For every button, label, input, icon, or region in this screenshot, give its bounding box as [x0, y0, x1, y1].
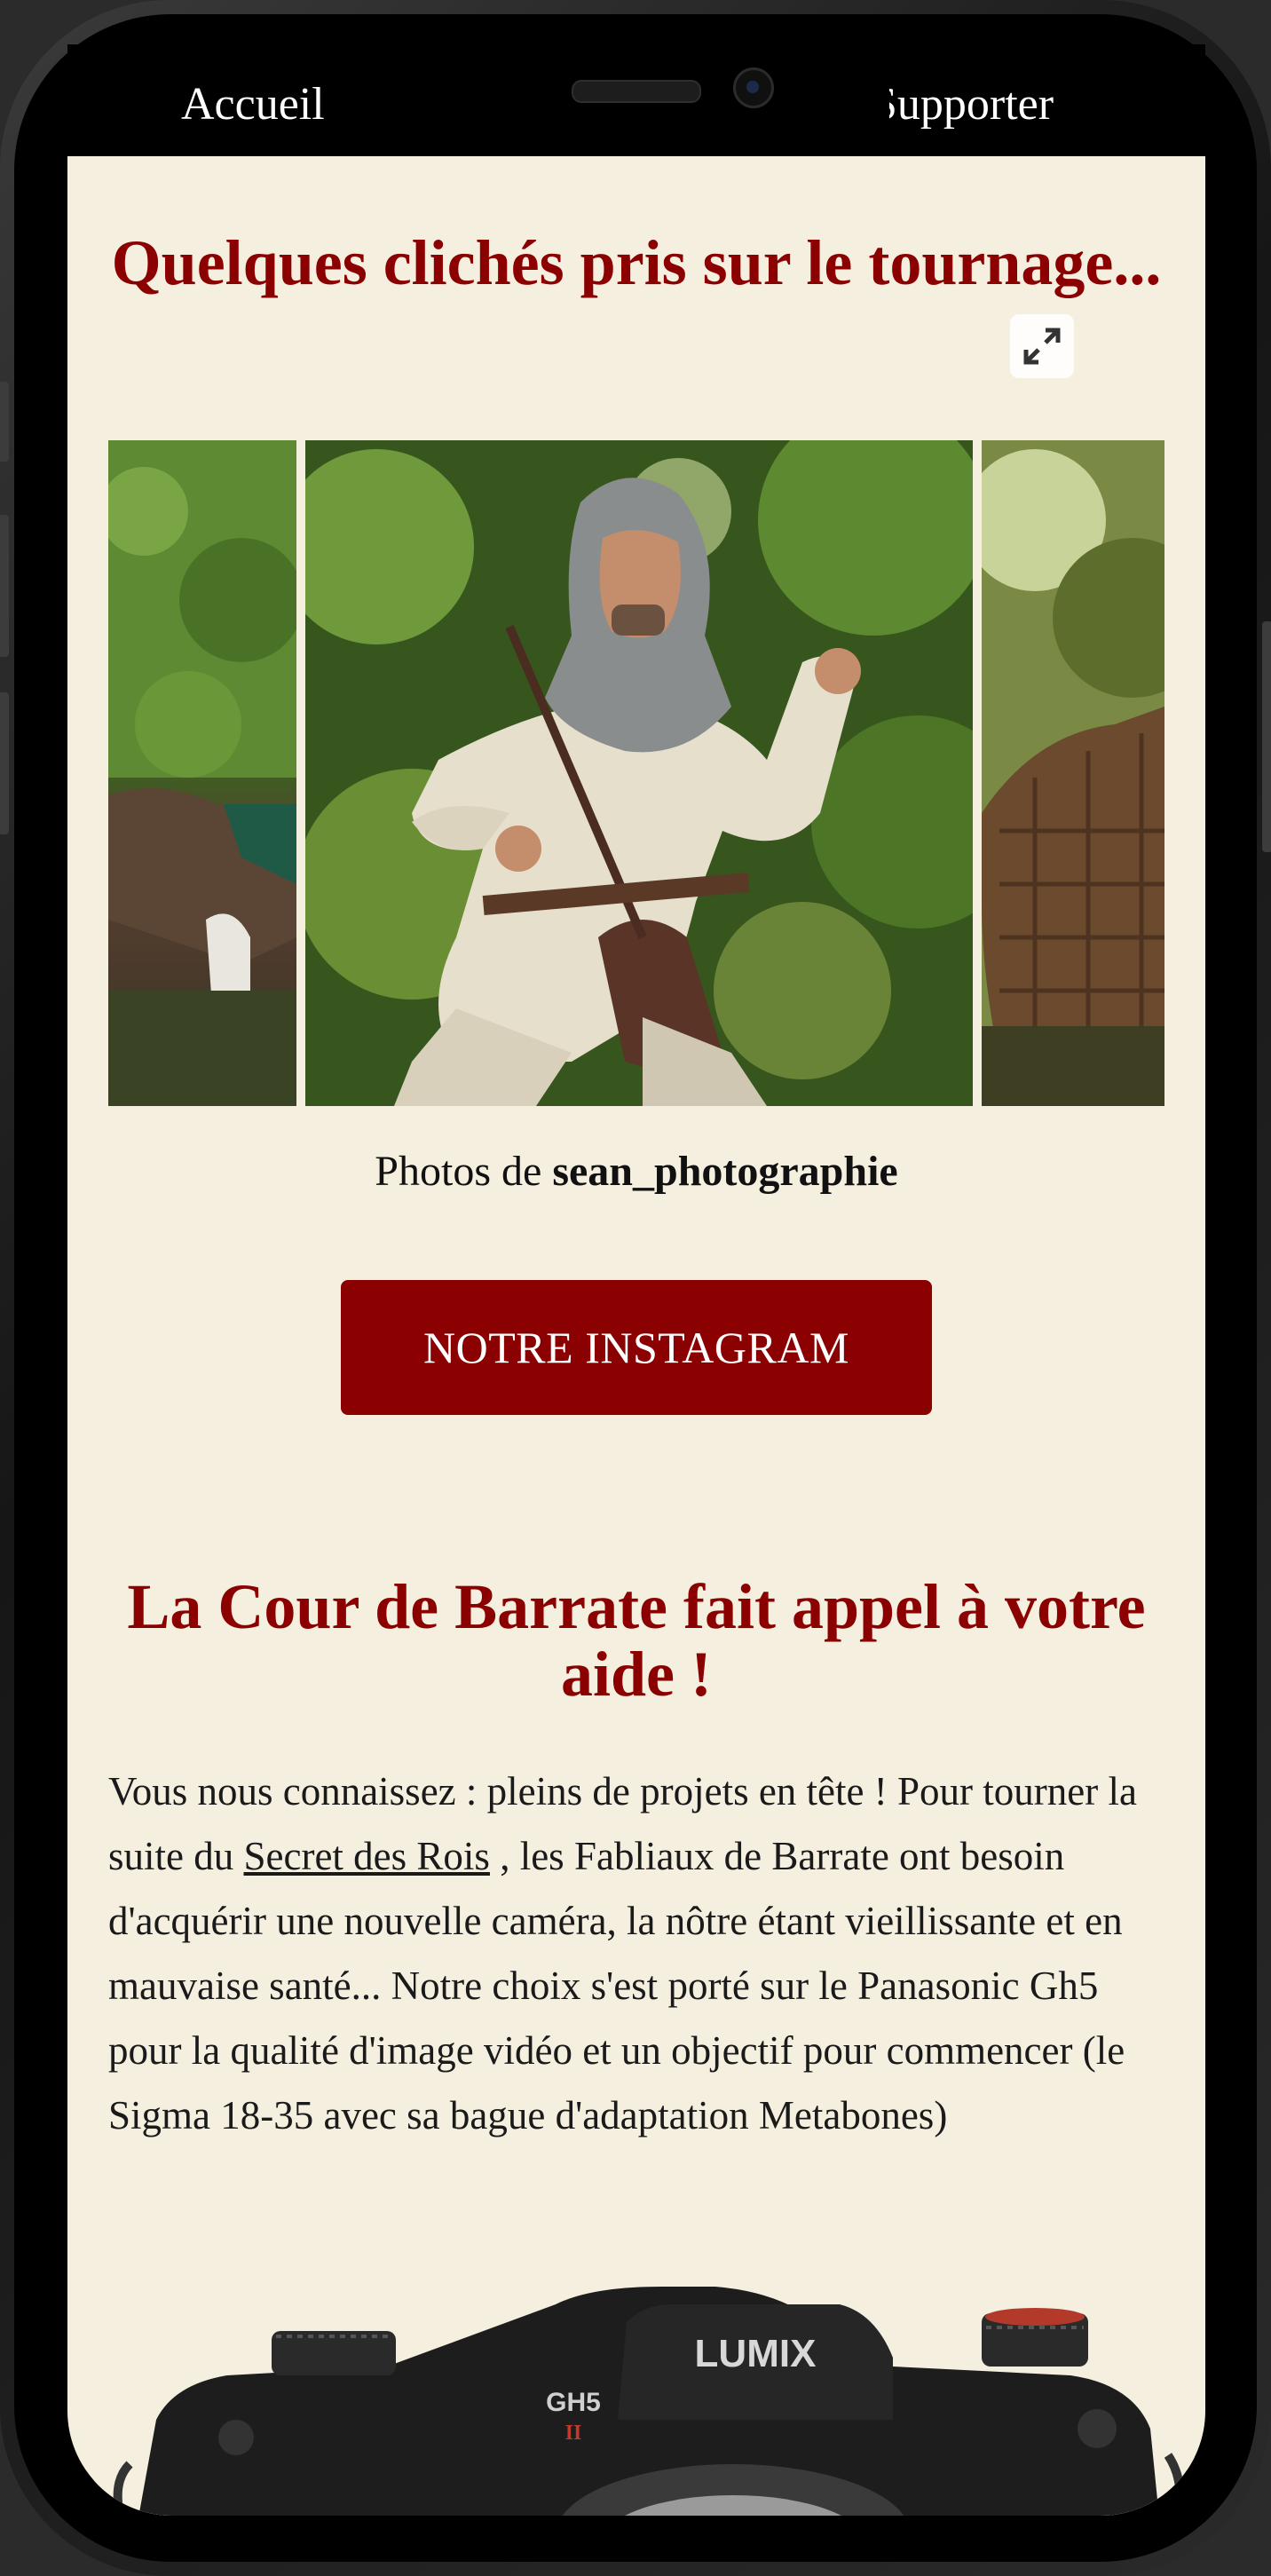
photo-previous-illustration: [108, 440, 296, 1106]
volume-up-button: [0, 515, 9, 657]
nav-link-home[interactable]: Accueil: [181, 78, 325, 130]
fullscreen-arrows-icon: [1023, 328, 1061, 365]
photo-credit: Photos de sean_photographie: [103, 1147, 1170, 1196]
volume-down-button: [0, 692, 9, 834]
camera-brand-text: LUMIX: [695, 2332, 817, 2375]
mute-switch: [0, 382, 9, 462]
gallery-title: Quelques clichés pris sur le tournage...: [111, 227, 1162, 298]
front-camera: [733, 67, 774, 108]
carousel-photo-next[interactable]: [982, 440, 1164, 1106]
secret-des-rois-link[interactable]: Secret des Rois: [244, 1834, 490, 1878]
photo-knight-illustration: [305, 440, 973, 1106]
photo-credit-author: sean_photographie: [552, 1148, 898, 1195]
appeal-text-end: , les Fabliaux de Barrate ont besoin d'a…: [108, 1834, 1125, 2137]
nav-link-support-label: Supporter: [889, 79, 1054, 130]
power-button: [1262, 621, 1271, 852]
photo-credit-prefix: Photos de: [375, 1148, 542, 1195]
camera-image: LUMIX GH5 II: [94, 2251, 1195, 2516]
instagram-button[interactable]: NOTRE INSTAGRAM: [341, 1280, 932, 1415]
camera-model-text: GH5: [546, 2388, 601, 2417]
carousel-photo-current[interactable]: [305, 440, 973, 1106]
earpiece-speaker: [572, 80, 701, 103]
camera-model-suffix: II: [565, 2422, 582, 2445]
nav-link-support[interactable]: Supporter: [889, 78, 1102, 130]
appeal-paragraph: Vous nous connaissez : pleins de projets…: [108, 1759, 1173, 2148]
appeal-title: La Cour de Barrate fait appel à votre ai…: [127, 1571, 1146, 1710]
photo-next-illustration: [982, 440, 1164, 1106]
carousel-photo-previous[interactable]: [108, 440, 296, 1106]
expand-icon[interactable]: [1010, 314, 1074, 378]
photo-carousel[interactable]: [108, 440, 1164, 1106]
page-content: Quelques clichés pris sur le tournage...: [67, 156, 1205, 2516]
